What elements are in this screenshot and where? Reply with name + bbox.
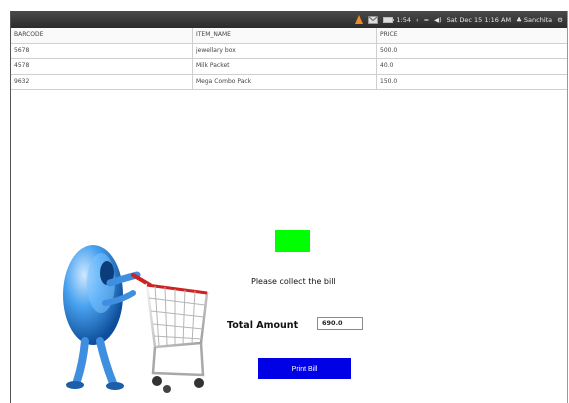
gear-icon[interactable]: ⚙	[557, 16, 563, 24]
total-amount-label: Total Amount	[227, 320, 299, 331]
table-header-row: BARCODE ITEM_NAME PRICE	[11, 28, 567, 44]
system-tray: 1:54 ‹ ≈ ◀) Sat Dec 15 1:16 AM ♣ Sanchit…	[355, 11, 563, 28]
app-window: 1:54 ‹ ≈ ◀) Sat Dec 15 1:16 AM ♣ Sanchit…	[10, 11, 568, 403]
item-name-cell[interactable]: jewellary box	[193, 43, 377, 58]
price-cell[interactable]: 150.0	[377, 75, 567, 90]
clock[interactable]: Sat Dec 15 1:16 AM	[447, 16, 511, 24]
status-message: Please collect the bill	[251, 277, 336, 286]
item-name-cell[interactable]: Milk Packet	[193, 59, 377, 74]
barcode-cell[interactable]: 4578	[11, 59, 193, 74]
mail-icon[interactable]	[368, 15, 379, 24]
column-header-item-name[interactable]: ITEM_NAME	[193, 28, 377, 43]
price-cell[interactable]: 500.0	[377, 44, 567, 59]
column-header-barcode[interactable]: BARCODE	[11, 28, 193, 43]
shopping-cart-mascot-illustration	[55, 223, 215, 403]
status-indicator	[275, 230, 310, 252]
table-row[interactable]: 4578 Milk Packet 40.0	[11, 59, 567, 75]
volume-icon[interactable]: ◀)	[434, 16, 442, 24]
wifi-icon[interactable]: ≈	[424, 16, 429, 24]
update-cone-icon[interactable]	[355, 15, 364, 24]
barcode-cell[interactable]: 9632	[11, 74, 193, 89]
column-header-price[interactable]: PRICE	[377, 28, 567, 43]
user-menu[interactable]: ♣ Sanchita	[516, 16, 552, 24]
item-name-cell[interactable]: Mega Combo Pack	[193, 74, 377, 89]
battery-indicator[interactable]: 1:54	[383, 16, 411, 24]
total-amount-field[interactable]: 690.0	[317, 317, 363, 330]
user-icon: ♣	[516, 15, 522, 24]
price-cell[interactable]: 40.0	[377, 59, 567, 74]
items-table: BARCODE ITEM_NAME PRICE 5678 jewellary b…	[11, 28, 567, 90]
table-row[interactable]: 5678 jewellary box 500.0	[11, 43, 567, 59]
print-bill-button[interactable]: Print Bill	[258, 358, 351, 379]
system-top-bar: 1:54 ‹ ≈ ◀) Sat Dec 15 1:16 AM ♣ Sanchit…	[11, 11, 567, 28]
bluetooth-icon[interactable]: ‹	[416, 16, 419, 24]
battery-time: 1:54	[396, 15, 412, 24]
table-row[interactable]: 9632 Mega Combo Pack 150.0	[11, 74, 567, 90]
barcode-cell[interactable]: 5678	[11, 43, 193, 58]
user-name: Sanchita	[523, 15, 553, 24]
